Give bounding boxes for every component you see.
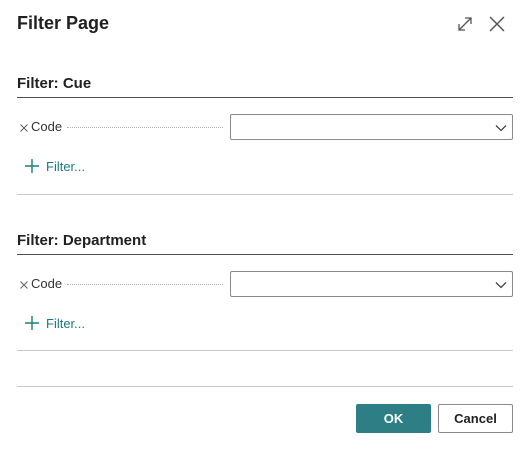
footer-separator [17, 386, 513, 387]
cancel-button[interactable]: Cancel [438, 404, 513, 433]
add-filter-link-department[interactable]: Filter... [24, 314, 85, 332]
close-icon[interactable] [487, 14, 507, 34]
add-filter-link-cue[interactable]: Filter... [24, 157, 85, 175]
add-filter-label: Filter... [46, 315, 86, 331]
expand-icon[interactable] [455, 14, 475, 34]
chevron-down-icon [494, 121, 508, 135]
dotted-leader [67, 284, 223, 285]
chevron-down-icon [494, 278, 508, 292]
remove-filter-icon[interactable] [19, 120, 29, 132]
plus-icon [24, 315, 40, 331]
field-label: Code [31, 276, 63, 291]
section-divider [17, 97, 513, 98]
add-filter-label: Filter... [46, 158, 86, 174]
dotted-leader [67, 127, 223, 128]
field-label: Code [31, 119, 63, 134]
code-filter-select[interactable] [230, 114, 513, 140]
code-filter-select[interactable] [230, 271, 513, 297]
dialog-title: Filter Page [17, 13, 110, 33]
section-title-department: Filter: Department [17, 232, 147, 249]
ok-button[interactable]: OK [356, 404, 431, 433]
section-title-cue: Filter: Cue [17, 75, 92, 92]
section-divider [17, 254, 513, 255]
section-separator [17, 350, 513, 351]
remove-filter-icon[interactable] [19, 277, 29, 289]
section-separator [17, 194, 513, 195]
filter-row-department-code: Code [17, 271, 513, 297]
plus-icon [24, 158, 40, 174]
filter-row-cue-code: Code [17, 114, 513, 140]
filter-page-dialog: Filter Page Filter: Cue Code Filter... F… [0, 0, 531, 452]
